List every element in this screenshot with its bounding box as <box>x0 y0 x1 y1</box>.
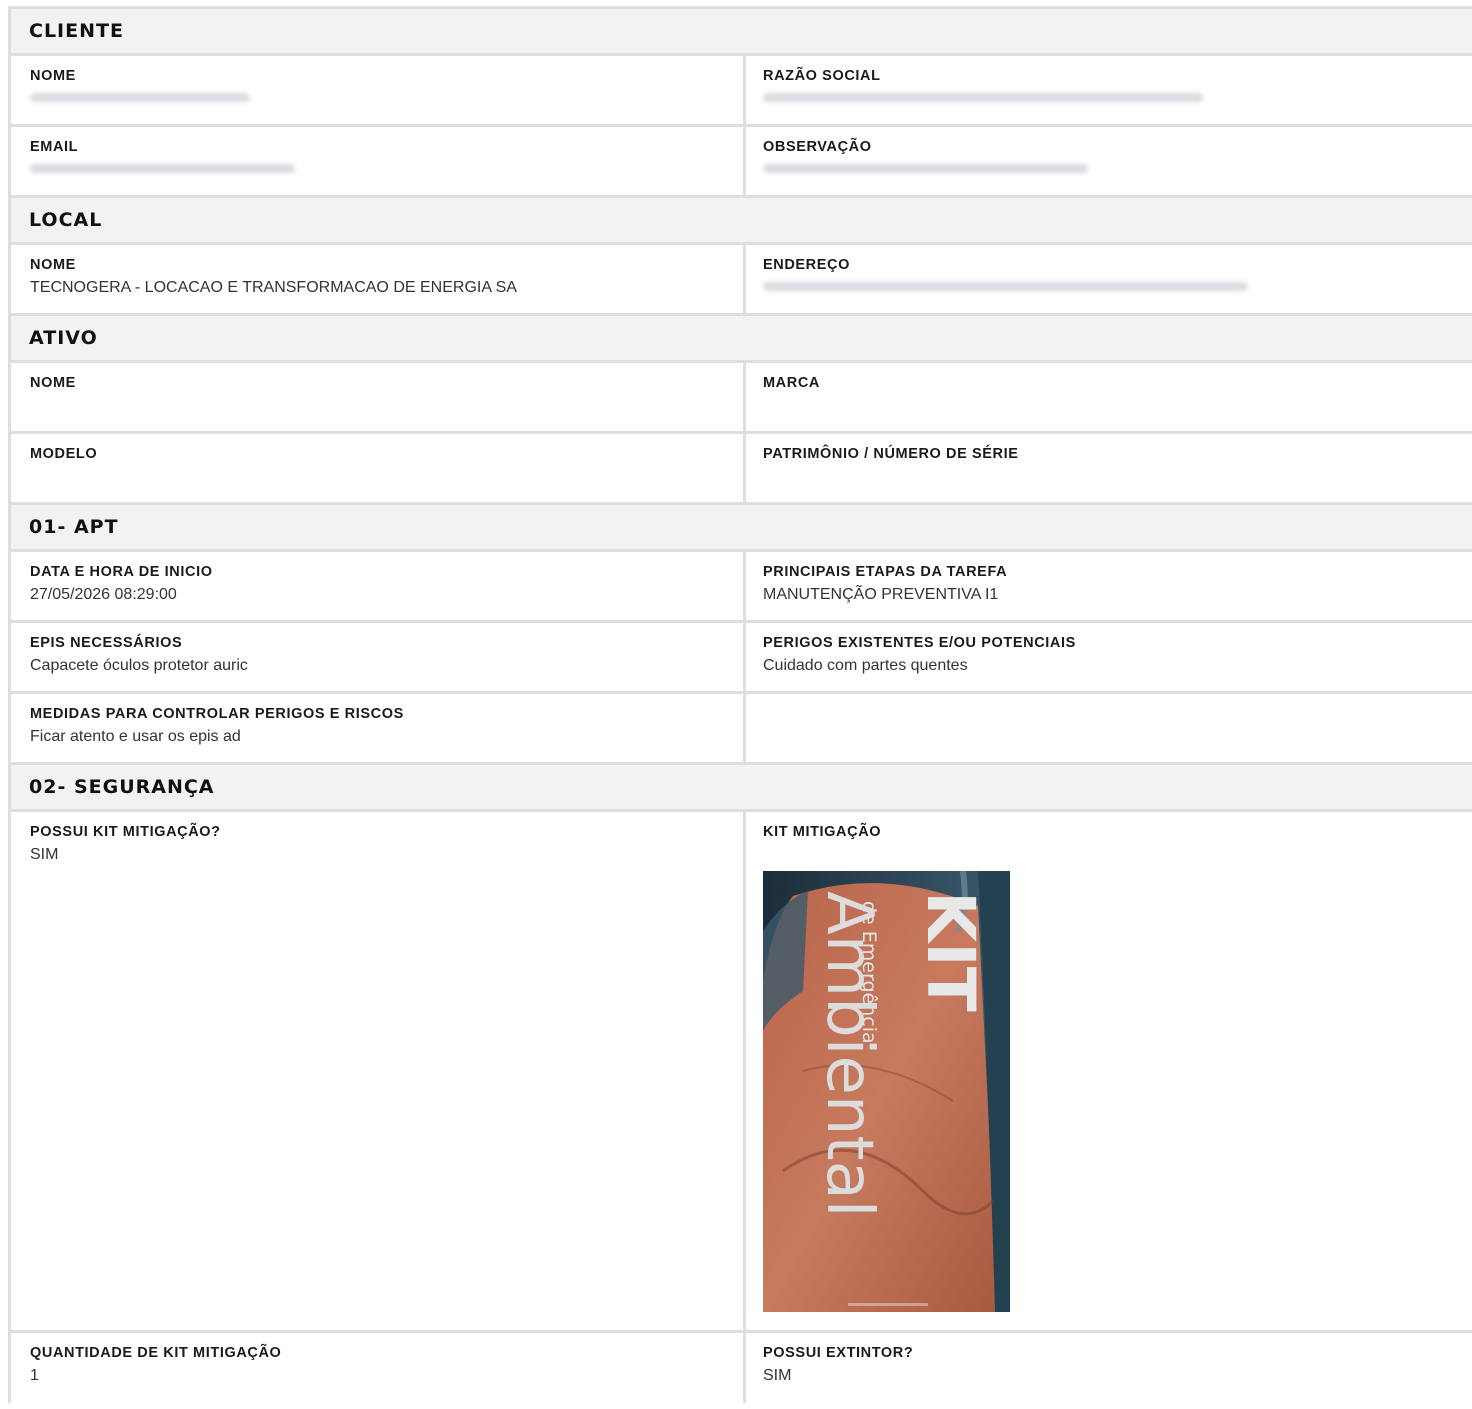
field-label: RAZÃO SOCIAL <box>763 68 881 84</box>
field-label: NOME <box>30 375 76 391</box>
row: MEDIDAS PARA CONTROLAR PERIGOS E RISCOS … <box>8 691 1472 762</box>
field-kit-mitigacao: KIT MITIGAÇÃO KIT de Emergência Ambienta… <box>746 812 1472 1330</box>
field-cliente-email: EMAIL <box>11 127 746 195</box>
section-title: CLIENTE <box>29 20 124 42</box>
field-cliente-razao-social: RAZÃO SOCIAL <box>746 56 1472 124</box>
redacted-value <box>30 86 743 108</box>
field-label: MODELO <box>30 446 98 462</box>
field-apt-medidas: MEDIDAS PARA CONTROLAR PERIGOS E RISCOS … <box>11 694 746 762</box>
field-local-nome: NOME TECNOGERA - LOCACAO E TRANSFORMACAO… <box>11 245 746 313</box>
field-value: 27/05/2026 08:29:00 <box>30 586 177 603</box>
field-label: PATRIMÔNIO / NÚMERO DE SÉRIE <box>763 446 1019 462</box>
field-ativo-modelo: MODELO <box>11 434 746 502</box>
row: NOME TECNOGERA - LOCACAO E TRANSFORMACAO… <box>8 245 1472 313</box>
empty-cell <box>746 694 1472 762</box>
redacted-value <box>30 157 743 179</box>
field-label: PERIGOS EXISTENTES E/OU POTENCIAIS <box>763 635 1076 651</box>
field-possui-kit: POSSUI KIT MITIGAÇÃO? SIM <box>11 812 746 1330</box>
field-label: MEDIDAS PARA CONTROLAR PERIGOS E RISCOS <box>30 706 404 722</box>
section-title: LOCAL <box>29 209 103 231</box>
field-label: NOME <box>30 68 76 84</box>
field-label: ENDEREÇO <box>763 257 850 273</box>
field-label: DATA E HORA DE INICIO <box>30 564 213 580</box>
redacted-value <box>763 86 1472 108</box>
row: NOME RAZÃO SOCIAL <box>8 56 1472 124</box>
field-apt-etapas: PRINCIPAIS ETAPAS DA TAREFA MANUTENÇÃO P… <box>746 552 1472 620</box>
field-ativo-patrimonio: PATRIMÔNIO / NÚMERO DE SÉRIE <box>746 434 1472 502</box>
redacted-value <box>763 157 1472 179</box>
field-quantidade-kit: QUANTIDADE DE KIT MITIGAÇÃO 1 <box>11 1333 746 1403</box>
photo-text-kit: KIT <box>912 891 989 1012</box>
field-label: MARCA <box>763 375 820 391</box>
field-value: MANUTENÇÃO PREVENTIVA I1 <box>763 586 999 603</box>
row: POSSUI KIT MITIGAÇÃO? SIM KIT MITIGAÇÃO <box>8 812 1472 1330</box>
kit-mitigacao-photo[interactable]: KIT de Emergência Ambiental <box>763 870 1010 1312</box>
section-header-apt: 01- APT <box>8 502 1472 552</box>
field-label: POSSUI KIT MITIGAÇÃO? <box>30 824 221 840</box>
field-value: TECNOGERA - LOCACAO E TRANSFORMACAO DE E… <box>30 279 517 296</box>
field-cliente-observacao: OBSERVAÇÃO <box>746 127 1472 195</box>
field-value: Cuidado com partes quentes <box>763 657 968 674</box>
report: CLIENTE NOME RAZÃO SOCIAL EMAIL OBSERVAÇ… <box>8 6 1472 1403</box>
field-label: NOME <box>30 257 76 273</box>
field-value: SIM <box>763 1367 792 1384</box>
section-header-local: LOCAL <box>8 195 1472 245</box>
row: MODELO PATRIMÔNIO / NÚMERO DE SÉRIE <box>8 431 1472 502</box>
row: EPIS NECESSÁRIOS Capacete óculos proteto… <box>8 620 1472 691</box>
field-cliente-nome: NOME <box>11 56 746 124</box>
field-label: PRINCIPAIS ETAPAS DA TAREFA <box>763 564 1008 580</box>
field-value: Capacete óculos protetor auric <box>30 657 248 674</box>
field-label: EMAIL <box>30 139 79 155</box>
photo-text-ambiental: Ambiental <box>812 891 886 1218</box>
field-value: SIM <box>30 846 59 863</box>
field-value: 1 <box>30 1367 39 1384</box>
redacted-value <box>763 275 1472 297</box>
section-title: 02- SEGURANÇA <box>29 776 215 798</box>
field-apt-perigos: PERIGOS EXISTENTES E/OU POTENCIAIS Cuida… <box>746 623 1472 691</box>
row: NOME MARCA <box>8 363 1472 431</box>
section-title: ATIVO <box>29 327 98 349</box>
row: DATA E HORA DE INICIO 27/05/2026 08:29:0… <box>8 552 1472 620</box>
field-ativo-nome: NOME <box>11 363 746 431</box>
field-apt-data-inicio: DATA E HORA DE INICIO 27/05/2026 08:29:0… <box>11 552 746 620</box>
field-label: OBSERVAÇÃO <box>763 139 872 155</box>
field-ativo-marca: MARCA <box>746 363 1472 431</box>
field-label: POSSUI EXTINTOR? <box>763 1345 914 1361</box>
field-label: KIT MITIGAÇÃO <box>763 824 882 840</box>
field-label: EPIS NECESSÁRIOS <box>30 635 183 651</box>
section-header-seguranca: 02- SEGURANÇA <box>8 762 1472 812</box>
section-title: 01- APT <box>29 516 119 538</box>
row: EMAIL OBSERVAÇÃO <box>8 124 1472 195</box>
field-label: QUANTIDADE DE KIT MITIGAÇÃO <box>30 1345 282 1361</box>
field-value: Ficar atento e usar os epis ad <box>30 728 241 745</box>
field-local-endereco: ENDEREÇO <box>746 245 1472 313</box>
row: QUANTIDADE DE KIT MITIGAÇÃO 1 POSSUI EXT… <box>8 1330 1472 1403</box>
section-header-cliente: CLIENTE <box>8 6 1472 56</box>
field-apt-epis: EPIS NECESSÁRIOS Capacete óculos proteto… <box>11 623 746 691</box>
section-header-ativo: ATIVO <box>8 313 1472 363</box>
field-possui-extintor: POSSUI EXTINTOR? SIM <box>746 1333 1472 1403</box>
